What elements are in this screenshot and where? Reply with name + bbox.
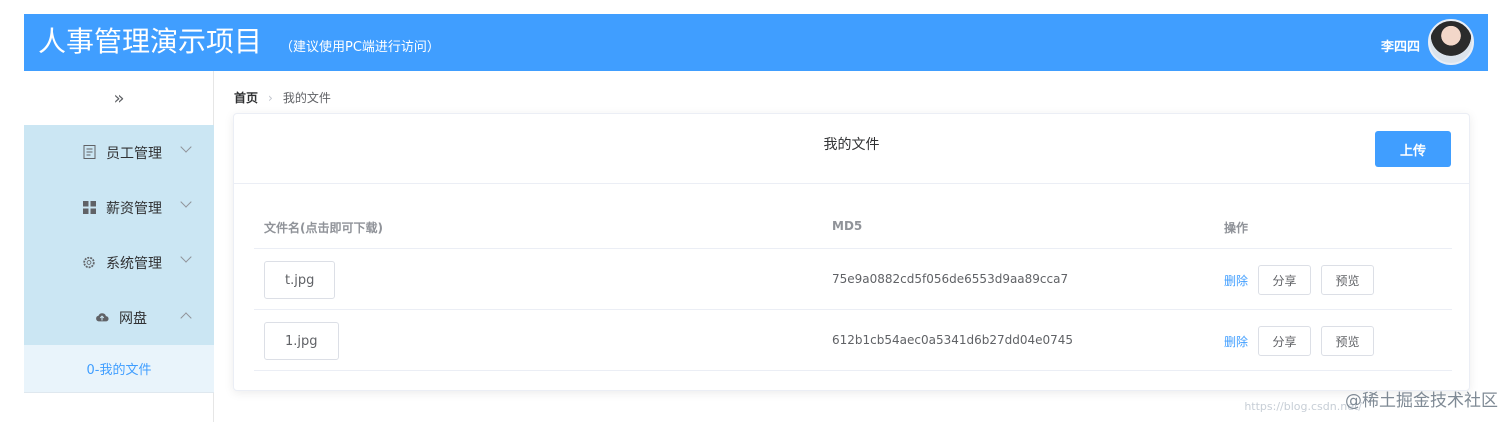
app-subtitle: （建议使用PC端进行访问） [280,40,440,55]
preview-button[interactable]: 预览 [1321,265,1374,295]
card-title: 我的文件 [823,137,880,153]
card-header: 我的文件 上传 [234,114,1469,184]
sidebar-item-label: 员工管理 [106,145,162,162]
upload-button[interactable]: 上传 [1375,131,1451,167]
preview-button[interactable]: 预览 [1321,326,1374,356]
gear-icon [82,255,96,269]
breadcrumb-home[interactable]: 首页 [234,89,258,106]
document-icon [82,145,96,159]
sidebar-item-system[interactable]: 系统管理 [24,235,214,290]
collapse-toggle[interactable]: » [24,71,214,125]
sidebar-item-label: 网盘 [119,310,147,327]
double-chevron-right-icon[interactable]: » [113,88,124,109]
sidebar: » 员工管理 薪资管理 系统管理 网盘 0-我的文件 [24,71,214,422]
sidebar-item-label: 薪资管理 [106,200,162,217]
column-header-filename: 文件名(点击即可下载) [264,221,383,235]
app-title: 人事管理演示项目 [38,25,263,58]
table-row: t.jpg 75e9a0882cd5f056de6553d9aa89cca7 删… [254,249,1452,310]
grid-icon [82,200,96,214]
delete-link[interactable]: 删除 [1224,272,1248,289]
cloud-icon [95,310,109,324]
files-table: 文件名(点击即可下载) MD5 操作 t.jpg 75e9a0882cd5f05… [254,204,1452,371]
column-header-md5: MD5 [832,219,863,233]
table-row: 1.jpg 612b1cb54aec0a5341d6b27dd04e0745 删… [254,310,1452,371]
files-card: 我的文件 上传 文件名(点击即可下载) MD5 操作 t.jpg 75e9a08… [233,113,1470,391]
md5-value: 612b1cb54aec0a5341d6b27dd04e0745 [832,333,1074,347]
watermark: @稀土掘金技术社区 [1345,391,1498,411]
submenu-item-my-files[interactable]: 0-我的文件 [24,345,214,393]
table-header: 文件名(点击即可下载) MD5 操作 [254,204,1452,249]
sidebar-item-netdisk[interactable]: 网盘 [24,290,214,345]
top-header: 人事管理演示项目 （建议使用PC端进行访问） 李四四 [24,14,1488,71]
breadcrumb: 首页 › 我的文件 [234,89,331,106]
share-button[interactable]: 分享 [1258,326,1311,356]
sidebar-item-employee[interactable]: 员工管理 [24,125,214,180]
file-download-button[interactable]: 1.jpg [264,322,339,360]
breadcrumb-current: 我的文件 [282,91,331,105]
chevron-down-icon [180,251,192,263]
breadcrumb-separator-icon: › [268,90,273,105]
chevron-down-icon [180,141,192,153]
column-header-actions: 操作 [1224,221,1249,235]
file-download-button[interactable]: t.jpg [264,261,336,299]
chevron-up-icon [180,312,192,324]
delete-link[interactable]: 删除 [1224,333,1248,350]
share-button[interactable]: 分享 [1258,265,1311,295]
md5-value: 75e9a0882cd5f056de6553d9aa89cca7 [832,272,1069,286]
avatar[interactable] [1428,19,1474,65]
chevron-down-icon [180,196,192,208]
user-name[interactable]: 李四四 [1381,36,1420,55]
sidebar-menu: 员工管理 薪资管理 系统管理 网盘 0-我的文件 [24,125,214,393]
sidebar-item-salary[interactable]: 薪资管理 [24,180,214,235]
sidebar-item-label: 系统管理 [106,255,162,272]
